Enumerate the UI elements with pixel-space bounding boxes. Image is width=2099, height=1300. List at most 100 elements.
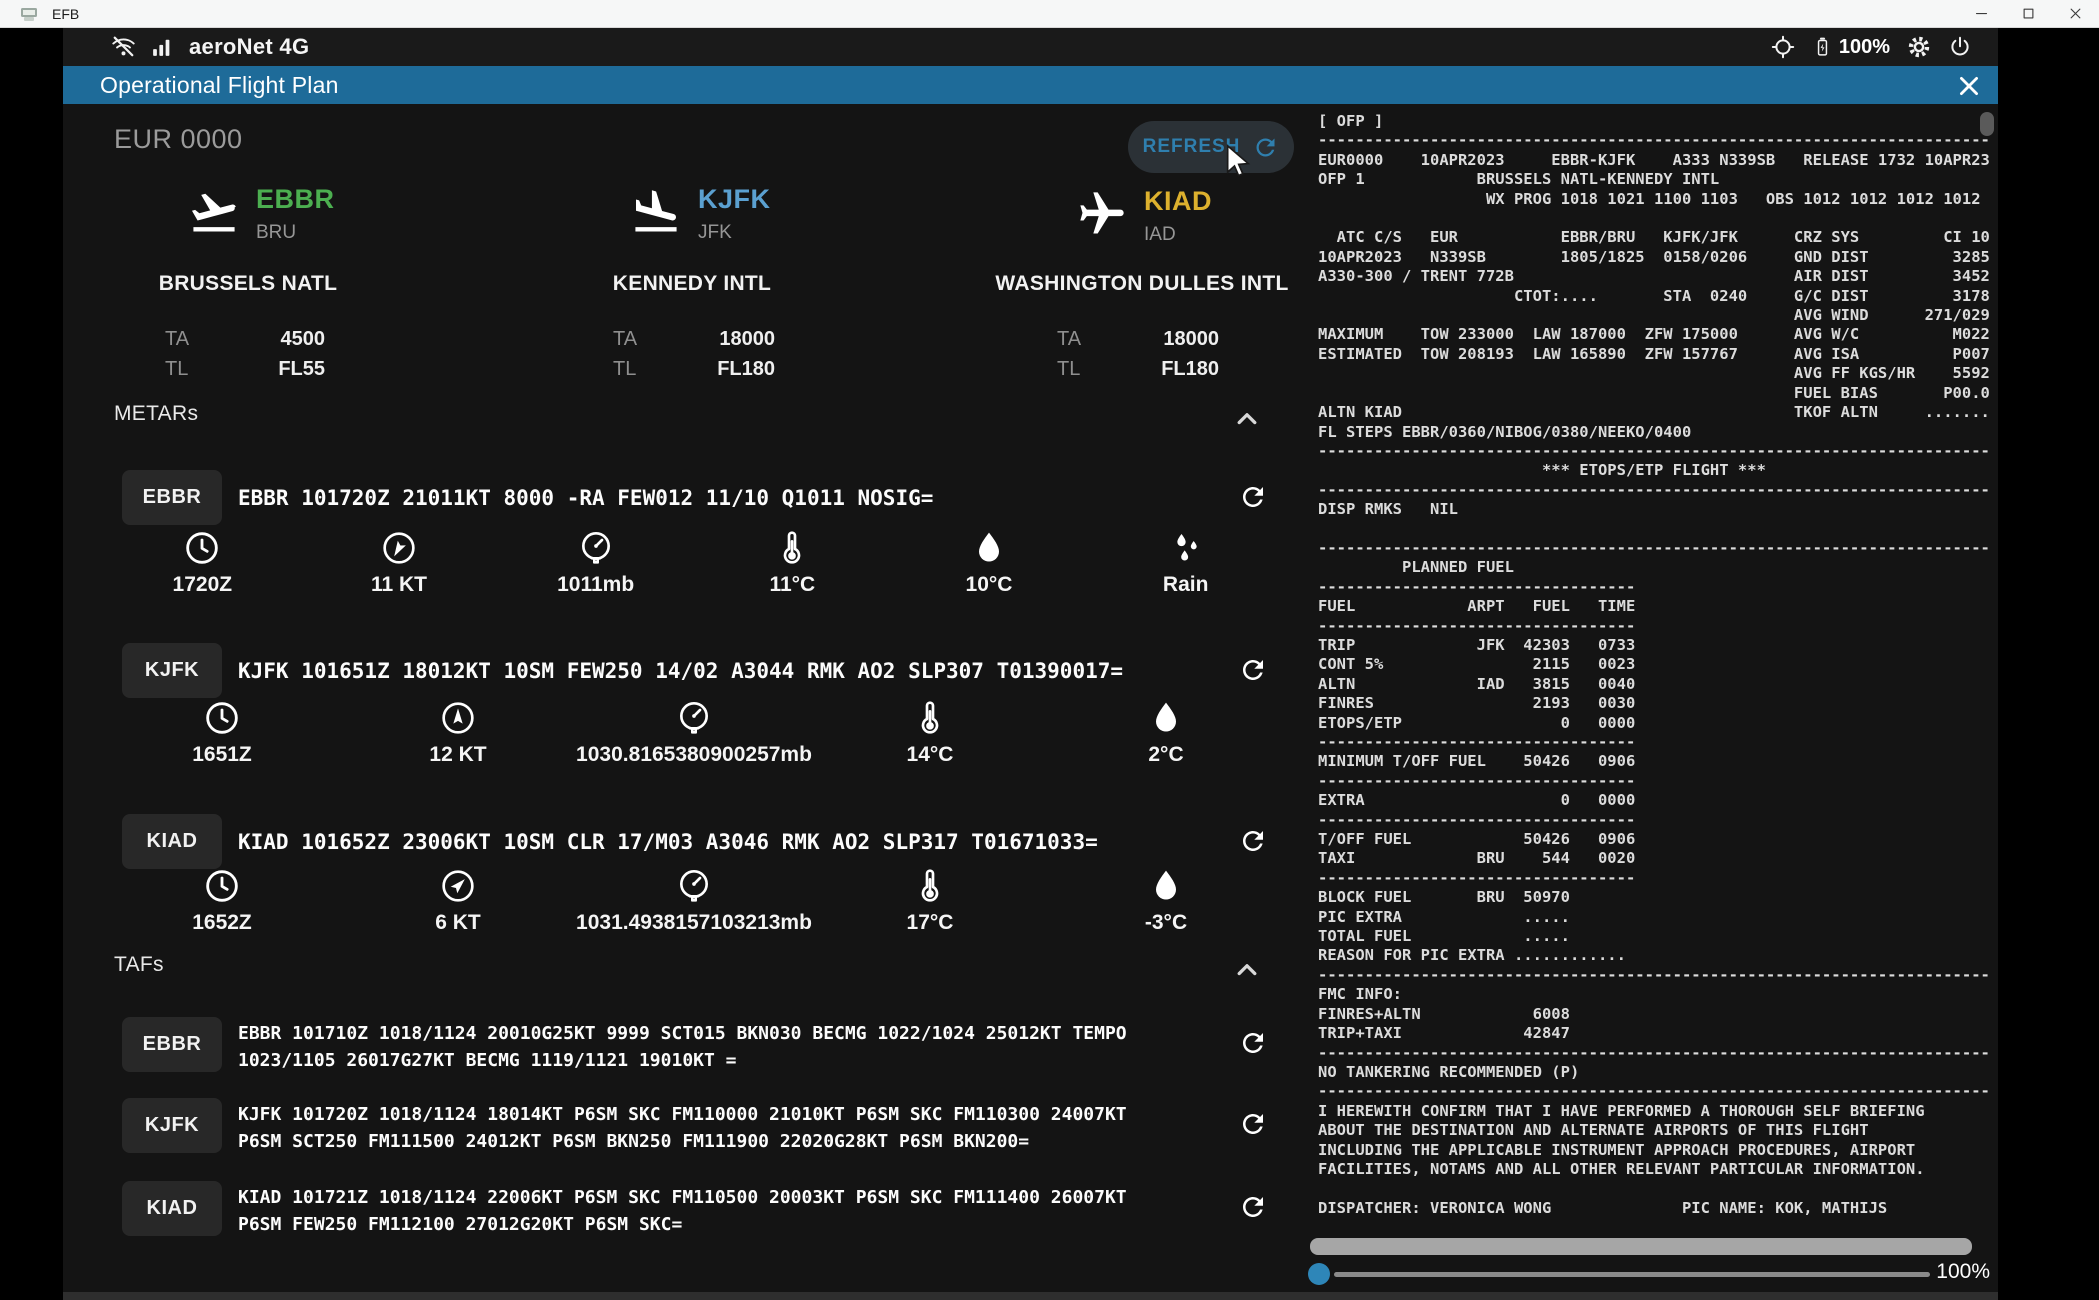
weather-value: 11 KT xyxy=(371,573,427,597)
taf-station-chip[interactable]: KIAD xyxy=(122,1181,222,1236)
weather-value: 1651Z xyxy=(192,743,252,767)
weather-value: 1652Z xyxy=(192,911,252,935)
chevron-up-icon[interactable] xyxy=(1230,402,1264,428)
pressure-gauge-icon xyxy=(674,866,714,906)
clock-icon xyxy=(202,698,242,738)
mouse-cursor xyxy=(1222,143,1256,183)
arrival-icao: KJFK xyxy=(698,184,771,215)
chevron-up-icon[interactable] xyxy=(1230,953,1264,979)
taf-refresh-icon[interactable] xyxy=(1238,1109,1268,1139)
wind-direction-icon xyxy=(438,866,478,906)
weather-cell: 1651Z xyxy=(104,698,340,767)
airport-departure: EBBR BRU xyxy=(188,184,335,244)
plane-takeoff-icon xyxy=(188,186,240,234)
weather-cell: 1652Z xyxy=(104,866,340,935)
thermometer-icon xyxy=(772,528,812,568)
rain-icon xyxy=(1166,528,1206,568)
metar-weather-row: 1652Z 6 KT 1031.4938157103213mb 17°C -3°… xyxy=(104,866,1284,935)
wind-direction-icon xyxy=(438,698,478,738)
taf-refresh-icon[interactable] xyxy=(1238,1028,1268,1058)
arrival-name: KENNEDY INTL xyxy=(492,272,892,296)
horizontal-scrollbar[interactable] xyxy=(1310,1238,1972,1255)
weather-value: 1720Z xyxy=(173,573,233,597)
minimize-button[interactable] xyxy=(1958,0,2005,27)
weather-cell: 14°C xyxy=(812,698,1048,767)
battery-percent: 100% xyxy=(1839,36,1890,59)
metar-refresh-icon[interactable] xyxy=(1238,482,1268,512)
power-icon[interactable] xyxy=(1948,35,1972,59)
weather-value: 2°C xyxy=(1148,743,1183,767)
ta-label: TA xyxy=(613,328,637,351)
tl-label: TL xyxy=(613,358,636,381)
battery-icon xyxy=(1812,35,1833,59)
weather-value: 1030.8165380900257mb xyxy=(576,743,812,767)
arrival-iata: JFK xyxy=(698,222,771,244)
taf-text-line: EBBR 101710Z 1018/1124 20010G25KT 9999 S… xyxy=(238,1020,1127,1047)
page-header: Operational Flight Plan xyxy=(63,66,1998,104)
zoom-slider-track[interactable] xyxy=(1334,1272,1930,1277)
ta-label: TA xyxy=(1057,328,1081,351)
weather-cell: 10°C xyxy=(891,528,1088,597)
window-close-button[interactable] xyxy=(2052,0,2099,27)
refresh-button[interactable]: REFRESH xyxy=(1128,121,1294,173)
settings-gear-icon[interactable] xyxy=(1907,35,1931,59)
app-icon xyxy=(20,6,38,22)
clock-icon xyxy=(202,866,242,906)
weather-cell: 17°C xyxy=(812,866,1048,935)
weather-value: 6 KT xyxy=(435,911,481,935)
taf-text-line: KIAD 101721Z 1018/1124 22006KT P6SM SKC … xyxy=(238,1184,1127,1211)
taf-text-line: 1023/1105 26017G27KT BECMG 1119/1121 190… xyxy=(238,1047,1127,1074)
taf-text-line: P6SM FEW250 FM112100 27012G20KT P6SM SKC… xyxy=(238,1211,1127,1238)
signal-bars-icon xyxy=(150,35,175,60)
close-icon[interactable] xyxy=(1956,73,1982,99)
window-titlebar: EFB xyxy=(0,0,2099,28)
pressure-gauge-icon xyxy=(674,698,714,738)
metar-refresh-icon[interactable] xyxy=(1238,655,1268,685)
airport-arrival: KJFK JFK xyxy=(630,184,771,244)
tafs-section-label: TAFs xyxy=(114,953,164,977)
taf-station-chip[interactable]: KJFK xyxy=(122,1098,222,1153)
weather-cell: -3°C xyxy=(1048,866,1284,935)
vertical-scrollbar-thumb[interactable] xyxy=(1980,112,1994,136)
taf-text-line: P6SM SCT250 FM111500 24012KT P6SM BKN250… xyxy=(238,1128,1127,1155)
zoom-slider-thumb[interactable] xyxy=(1308,1263,1330,1285)
flight-callsign: EUR 0000 xyxy=(114,124,243,155)
metar-station-chip[interactable]: KJFK xyxy=(122,643,222,698)
window-controls xyxy=(1958,0,2099,27)
departure-icao: EBBR xyxy=(256,184,335,215)
taf-refresh-icon[interactable] xyxy=(1238,1192,1268,1222)
taf-station-chip[interactable]: EBBR xyxy=(122,1017,222,1072)
metar-text: KJFK 101651Z 18012KT 10SM FEW250 14/02 A… xyxy=(238,643,1123,698)
dewpoint-drop-icon xyxy=(1146,698,1186,738)
plane-icon xyxy=(1076,188,1128,236)
clock-icon xyxy=(182,528,222,568)
tl-label: TL xyxy=(165,358,188,381)
weather-value: Rain xyxy=(1163,573,1209,597)
metar-refresh-icon[interactable] xyxy=(1238,826,1268,856)
weather-cell: 6 KT xyxy=(340,866,576,935)
battery-indicator: 100% xyxy=(1812,35,1890,59)
weather-value: -3°C xyxy=(1145,911,1187,935)
wind-direction-icon xyxy=(379,528,419,568)
taf-text-line: KJFK 101720Z 1018/1124 18014KT P6SM SKC … xyxy=(238,1101,1127,1128)
weather-cell: 2°C xyxy=(1048,698,1284,767)
wifi-off-icon xyxy=(111,35,136,60)
status-bar: aeroNet 4G 100% xyxy=(63,28,1998,66)
dewpoint-drop-icon xyxy=(969,528,1009,568)
ta-label: TA xyxy=(165,328,189,351)
alternate-iata: IAD xyxy=(1144,224,1212,246)
network-label: aeroNet 4G xyxy=(189,34,309,60)
weather-cell: 1720Z xyxy=(104,528,301,597)
tl-value: FL180 xyxy=(1099,358,1219,381)
metar-station-chip[interactable]: KIAD xyxy=(122,814,222,869)
weather-value: 10°C xyxy=(966,573,1013,597)
status-bar-right: 100% xyxy=(1771,28,1972,66)
pressure-gauge-icon xyxy=(576,528,616,568)
maximize-button[interactable] xyxy=(2005,0,2052,27)
weather-cell: 11 KT xyxy=(301,528,498,597)
alternate-name: WASHINGTON DULLES INTL xyxy=(942,272,1342,296)
alternate-icao: KIAD xyxy=(1144,186,1212,217)
taf-text: EBBR 101710Z 1018/1124 20010G25KT 9999 S… xyxy=(238,1020,1127,1074)
taf-text: KJFK 101720Z 1018/1124 18014KT P6SM SKC … xyxy=(238,1101,1127,1155)
metar-station-chip[interactable]: EBBR xyxy=(122,470,222,525)
